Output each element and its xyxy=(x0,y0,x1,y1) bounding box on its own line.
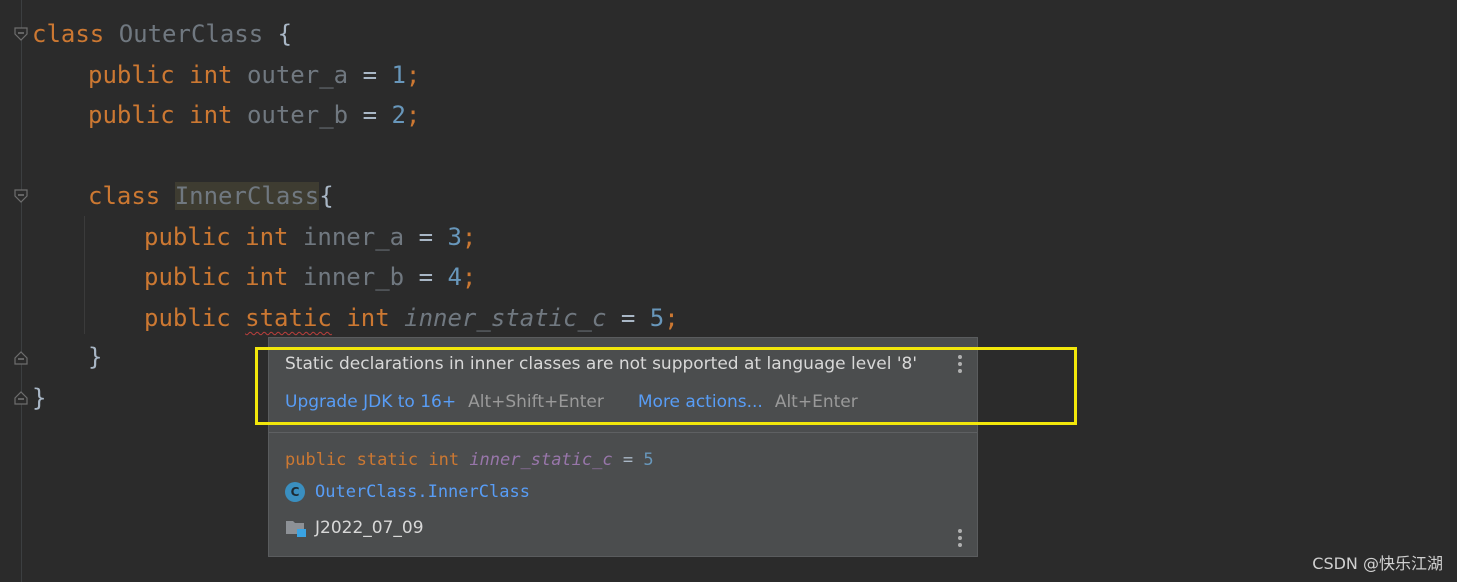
field-name: outer_b xyxy=(246,101,349,129)
class-name: OuterClass xyxy=(118,20,264,48)
class-icon: C xyxy=(285,482,305,502)
number-literal: 5 xyxy=(649,304,665,332)
indent-guide xyxy=(84,216,85,334)
semicolon: ; xyxy=(405,101,421,129)
popup-divider xyxy=(269,432,977,433)
number-literal: 1 xyxy=(391,61,406,89)
brace: { xyxy=(319,182,334,210)
doc-class-row[interactable]: C OuterClass.InnerClass xyxy=(285,482,530,502)
field-name: inner_b xyxy=(302,263,405,291)
fold-collapse-icon[interactable] xyxy=(14,27,28,41)
code-line[interactable]: class OuterClass { xyxy=(32,14,292,54)
fold-collapse-icon[interactable] xyxy=(14,189,28,203)
error-message: Static declarations in inner classes are… xyxy=(285,354,918,374)
doc-operator: = xyxy=(622,450,634,470)
editor-gutter-line xyxy=(21,0,22,582)
semicolon: ; xyxy=(461,263,477,291)
doc-signature: public static int inner_static_c = 5 xyxy=(285,450,654,470)
keyword: public xyxy=(144,304,231,332)
semicolon: ; xyxy=(405,61,421,89)
doc-field-name: inner_static_c xyxy=(469,450,613,470)
field-name: inner_a xyxy=(302,223,405,251)
more-actions-shortcut: Alt+Enter xyxy=(774,392,858,412)
keyword: int xyxy=(346,304,390,332)
brace: } xyxy=(88,343,103,371)
operator: = xyxy=(418,263,434,291)
fold-end-icon[interactable] xyxy=(14,351,28,365)
doc-keyword: int xyxy=(428,450,460,470)
code-line[interactable]: public int inner_a = 3; xyxy=(144,217,476,257)
brace: } xyxy=(32,384,47,412)
code-line[interactable]: public static int inner_static_c = 5; xyxy=(144,298,679,338)
error-keyword[interactable]: static xyxy=(245,304,332,332)
doc-module-row: J2022_07_09 xyxy=(285,518,424,538)
operator: = xyxy=(362,101,378,129)
code-line[interactable]: } xyxy=(32,378,46,418)
doc-value: 5 xyxy=(643,450,654,470)
operator: = xyxy=(362,61,378,89)
watermark: CSDN @快乐江湖 xyxy=(1312,554,1443,573)
semicolon: ; xyxy=(664,304,679,332)
keyword: public int xyxy=(88,61,233,89)
upgrade-jdk-link[interactable]: Upgrade JDK to 16+ xyxy=(285,392,456,412)
doc-more-options-icon[interactable] xyxy=(956,529,964,549)
keyword: class xyxy=(32,20,105,48)
quick-fix-actions: Upgrade JDK to 16+ Alt+Shift+Enter More ac… xyxy=(285,392,858,412)
code-line[interactable]: public int inner_b = 4; xyxy=(144,257,476,297)
number-literal: 2 xyxy=(391,101,406,129)
class-name-highlighted: InnerClass xyxy=(174,182,320,210)
doc-keyword: public xyxy=(285,450,347,470)
static-field-name: inner_static_c xyxy=(404,304,607,332)
module-folder-icon xyxy=(285,518,307,538)
popup-error-section: Static declarations in inner classes are… xyxy=(269,338,977,432)
code-line[interactable]: public int outer_b = 2; xyxy=(88,95,420,135)
fold-end-icon[interactable] xyxy=(14,391,28,405)
upgrade-jdk-shortcut: Alt+Shift+Enter xyxy=(468,392,604,412)
more-options-icon[interactable] xyxy=(956,355,964,375)
keyword: public int xyxy=(88,101,233,129)
keyword: class xyxy=(88,182,161,210)
more-actions-link[interactable]: More actions... xyxy=(638,392,763,412)
class-path-link[interactable]: OuterClass.InnerClass xyxy=(315,482,530,502)
brace: { xyxy=(263,20,293,48)
semicolon: ; xyxy=(461,223,477,251)
number-literal: 4 xyxy=(447,263,462,291)
module-name: J2022_07_09 xyxy=(315,518,424,538)
operator: = xyxy=(620,304,636,332)
number-literal: 3 xyxy=(447,223,462,251)
keyword: public int xyxy=(144,263,289,291)
field-name: outer_a xyxy=(246,61,349,89)
code-line[interactable]: class InnerClass{ xyxy=(88,176,334,216)
keyword: public int xyxy=(144,223,289,251)
error-tooltip-popup: Static declarations in inner classes are… xyxy=(268,337,978,557)
code-line[interactable]: public int outer_a = 1; xyxy=(88,55,420,95)
operator: = xyxy=(418,223,434,251)
doc-keyword: static xyxy=(356,450,419,470)
code-line[interactable]: } xyxy=(88,337,102,377)
